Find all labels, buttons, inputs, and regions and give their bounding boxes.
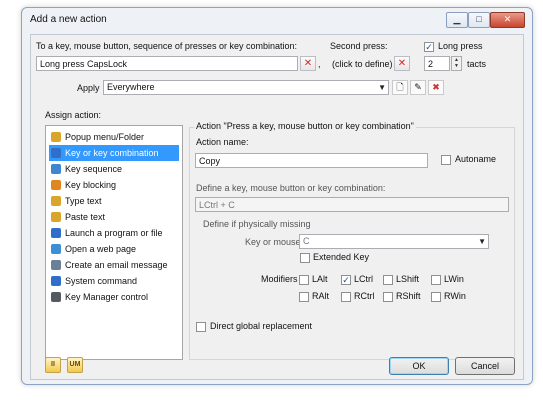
tacts-input[interactable]: 2 bbox=[424, 56, 450, 71]
action-type-item[interactable]: Create an email message bbox=[49, 257, 179, 273]
dialog-window: Add a new action ▁ □ ✕ To a key, mouse b… bbox=[21, 7, 533, 385]
modifier-checkbox[interactable] bbox=[341, 292, 351, 302]
modifier-label: RWin bbox=[444, 291, 466, 301]
apply-label: Apply bbox=[77, 83, 100, 93]
action-type-item[interactable]: Key sequence bbox=[49, 161, 179, 177]
chevron-down-icon: ▼ bbox=[378, 83, 386, 92]
key-sequence-icon bbox=[51, 164, 61, 174]
action-type-label: System command bbox=[65, 276, 138, 286]
action-type-item[interactable]: Launch a program or file bbox=[49, 225, 179, 241]
modifier-checkbox[interactable] bbox=[299, 275, 309, 285]
chevron-down-icon: ▼ bbox=[478, 237, 486, 246]
key-icon bbox=[51, 148, 61, 158]
ok-button[interactable]: OK bbox=[389, 357, 449, 375]
second-press-label: Second press: bbox=[330, 41, 388, 51]
second-press-field[interactable]: (click to define) bbox=[332, 59, 393, 69]
long-press-label: Long press bbox=[438, 41, 483, 51]
action-type-item[interactable]: Key or key combination bbox=[49, 145, 179, 161]
clear-key-button[interactable]: ✕ bbox=[300, 56, 316, 71]
key-manager-icon bbox=[51, 292, 61, 302]
define-key-field[interactable]: LCtrl + C bbox=[195, 197, 509, 212]
action-type-label: Popup menu/Folder bbox=[65, 132, 145, 142]
modifier-checkbox[interactable] bbox=[431, 292, 441, 302]
tacts-label: tacts bbox=[467, 59, 487, 69]
system-command-icon bbox=[51, 276, 61, 286]
modifier-label: RShift bbox=[396, 291, 421, 301]
apply-dropdown[interactable]: Everywhere ▼ bbox=[103, 80, 389, 95]
new-document-icon[interactable]: 🗋 bbox=[392, 80, 408, 95]
cancel-button[interactable]: Cancel bbox=[455, 357, 515, 375]
key-combination-label: To a key, mouse button, sequence of pres… bbox=[36, 41, 297, 51]
action-type-label: Key or key combination bbox=[65, 148, 159, 158]
action-type-label: Type text bbox=[65, 196, 102, 206]
clear-second-press-button[interactable]: ✕ bbox=[394, 56, 410, 71]
action-type-label: Paste text bbox=[65, 212, 106, 222]
action-type-label: Create an email message bbox=[65, 260, 168, 270]
action-type-item[interactable]: Type text bbox=[49, 193, 179, 209]
modifier-label: RCtrl bbox=[354, 291, 375, 301]
autoname-label: Autoname bbox=[455, 154, 497, 164]
clear-x-icon: ✕ bbox=[303, 58, 313, 69]
tacts-spinner[interactable]: ▲ ▼ bbox=[451, 56, 462, 71]
action-type-item[interactable]: Open a web page bbox=[49, 241, 179, 257]
modifier-checkbox[interactable] bbox=[383, 292, 393, 302]
action-type-list: Popup menu/Folder Key or key combination K… bbox=[45, 125, 183, 360]
modifier-label: LWin bbox=[444, 274, 464, 284]
action-type-item[interactable]: Paste text bbox=[49, 209, 179, 225]
paste-text-icon bbox=[51, 212, 61, 222]
key-mouse-button-dropdown[interactable]: C ▼ bbox=[299, 234, 489, 249]
email-icon bbox=[51, 260, 61, 270]
extended-key-label: Extended Key bbox=[313, 252, 370, 262]
action-type-label: Key Manager control bbox=[65, 292, 149, 302]
clear-x-icon: ✕ bbox=[397, 58, 407, 69]
modifier-checkbox[interactable]: ✓ bbox=[341, 275, 351, 285]
maximize-button[interactable]: □ bbox=[468, 12, 490, 28]
remove-list-icon[interactable]: ✖ bbox=[428, 80, 444, 95]
action-name-label: Action name: bbox=[196, 137, 249, 147]
edit-list-icon[interactable]: ✎ bbox=[410, 80, 426, 95]
minimize-button[interactable]: ▁ bbox=[446, 12, 468, 28]
action-type-item[interactable]: Key blocking bbox=[49, 177, 179, 193]
apply-dropdown-value: Everywhere bbox=[107, 82, 155, 92]
action-type-item[interactable]: Popup menu/Folder bbox=[49, 129, 179, 145]
action-type-item[interactable]: Key Manager control bbox=[49, 289, 179, 305]
modifiers-label: Modifiers bbox=[261, 274, 298, 284]
key-mouse-button-value: C bbox=[303, 236, 310, 246]
modifier-label: LCtrl bbox=[354, 274, 374, 284]
modifier-label: RAlt bbox=[312, 291, 330, 301]
action-type-label: Key sequence bbox=[65, 164, 123, 174]
comma-separator: , bbox=[318, 59, 321, 69]
close-window-button[interactable]: ✕ bbox=[490, 12, 525, 28]
action-name-input[interactable]: Copy bbox=[195, 153, 428, 168]
action-type-label: Launch a program or file bbox=[65, 228, 163, 238]
modifier-label: LAlt bbox=[312, 274, 328, 284]
modifier-label: LShift bbox=[396, 274, 420, 284]
launch-program-icon bbox=[51, 228, 61, 238]
modifier-checkbox[interactable] bbox=[431, 275, 441, 285]
define-key-label: Define a key, mouse button or key combin… bbox=[196, 183, 386, 193]
physically-missing-label: Define if physically missing bbox=[203, 219, 311, 229]
title-bar: Add a new action ▁ □ ✕ bbox=[22, 8, 532, 32]
key-combination-field[interactable]: Long press CapsLock bbox=[36, 56, 298, 71]
modifier-checkbox[interactable] bbox=[299, 292, 309, 302]
direct-global-replacement-label: Direct global replacement bbox=[210, 321, 313, 331]
modifier-checkbox[interactable] bbox=[383, 275, 393, 285]
globe-icon bbox=[51, 244, 61, 254]
assign-action-label: Assign action: bbox=[45, 110, 102, 120]
folder-menu-icon bbox=[51, 132, 61, 142]
type-text-icon bbox=[51, 196, 61, 206]
action-type-item[interactable]: System command bbox=[49, 273, 179, 289]
action-type-label: Open a web page bbox=[65, 244, 137, 254]
action-type-label: Key blocking bbox=[65, 180, 117, 190]
pause-icon[interactable]: II bbox=[45, 357, 61, 373]
dialog-title: Add a new action bbox=[30, 14, 107, 25]
long-press-checkbox[interactable]: ✓ bbox=[424, 42, 434, 52]
extended-key-checkbox[interactable] bbox=[300, 253, 310, 263]
dialog-body: To a key, mouse button, sequence of pres… bbox=[30, 34, 524, 380]
key-blocking-icon bbox=[51, 180, 61, 190]
action-group-title: Action "Press a key, mouse button or key… bbox=[194, 121, 416, 131]
autoname-checkbox[interactable] bbox=[441, 155, 451, 165]
um-icon[interactable]: UM bbox=[67, 357, 83, 373]
direct-global-replacement-checkbox[interactable] bbox=[196, 322, 206, 332]
